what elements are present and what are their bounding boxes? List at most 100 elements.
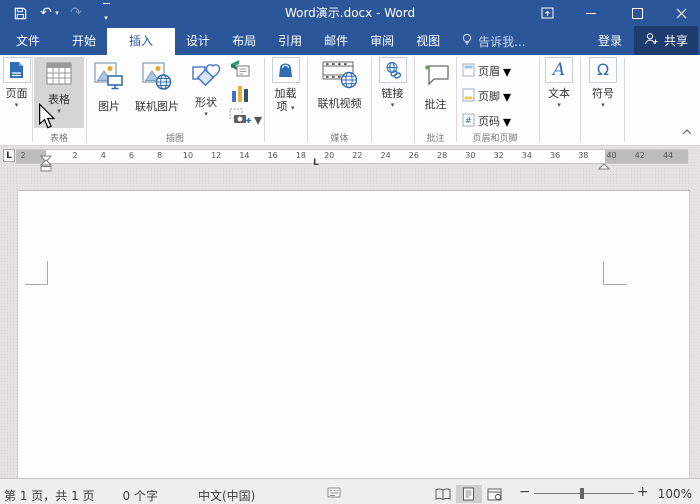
shapes-button[interactable]: 形状 ▾: [186, 57, 226, 118]
chevron-down-icon: ▾: [391, 101, 395, 109]
word-count[interactable]: 0 个字: [123, 487, 158, 504]
online-picture-icon: [141, 61, 173, 95]
pages-label: 页面: [6, 87, 28, 100]
zoom-level[interactable]: 100%: [658, 487, 692, 501]
group-divider: [371, 57, 372, 142]
text-button[interactable]: A 文本 ▾: [542, 57, 576, 109]
page-number-button[interactable]: # 页码 ▾: [462, 109, 511, 133]
maximize-icon[interactable]: [620, 0, 654, 26]
hanging-indent-marker[interactable]: [40, 157, 52, 176]
margin-corner-mark: [47, 261, 48, 285]
zoom-out-button[interactable]: −: [516, 484, 534, 500]
ruler-margin-number: 2: [20, 151, 25, 160]
redo-icon[interactable]: ↷: [66, 3, 86, 23]
pictures-button[interactable]: 图片: [89, 57, 129, 113]
footer-button[interactable]: 页脚 ▾: [462, 84, 511, 108]
right-indent-marker[interactable]: [598, 156, 610, 175]
addins-label-line1: 加载: [275, 87, 297, 100]
undo-dropdown-icon[interactable]: ▾: [52, 3, 62, 23]
tab-file[interactable]: 文件: [5, 28, 51, 55]
online-pictures-button[interactable]: 联机图片: [131, 57, 183, 113]
shapes-label: 形状: [195, 96, 217, 109]
chevron-down-icon: ▾: [254, 110, 262, 129]
ruler-right-margin: [605, 150, 688, 163]
header-button[interactable]: 页眉 ▾: [462, 59, 511, 83]
tab-layout[interactable]: 布局: [221, 28, 267, 55]
tab-selector[interactable]: L: [3, 149, 15, 162]
comments-group-label: 批注: [417, 131, 454, 144]
read-mode-button[interactable]: [430, 485, 456, 503]
chart-icon[interactable]: [231, 83, 249, 107]
text-label: 文本: [548, 87, 570, 100]
text-a-icon: A: [545, 57, 573, 83]
ruler-number: 32: [494, 151, 504, 160]
tab-stop-marker[interactable]: L: [313, 158, 319, 168]
ruler-number: 36: [550, 151, 560, 160]
online-pictures-label: 联机图片: [135, 100, 179, 113]
comment-button[interactable]: 批注: [417, 57, 454, 111]
ruler-number: 42: [635, 151, 645, 160]
group-divider: [307, 57, 308, 142]
sign-in-button[interactable]: 登录: [586, 32, 634, 49]
ruler-number: 8: [157, 151, 162, 160]
tab-references[interactable]: 引用: [267, 28, 313, 55]
ruler-number: 28: [437, 151, 447, 160]
media-group-label: 媒体: [311, 131, 368, 144]
ruler-number: 12: [211, 151, 221, 160]
group-divider: [264, 57, 265, 142]
screenshot-button[interactable]: ▾: [229, 108, 262, 130]
tab-home[interactable]: 开始: [61, 28, 107, 55]
group-divider: [580, 57, 581, 142]
ruler-number: 38: [578, 151, 588, 160]
chevron-down-icon: ▾: [557, 101, 561, 109]
ruler-number: 34: [522, 151, 532, 160]
language-status[interactable]: 中文(中国): [198, 487, 255, 504]
store-icon: [272, 57, 300, 83]
document-page[interactable]: [17, 190, 690, 478]
shapes-icon: [190, 61, 222, 92]
tab-design[interactable]: 设计: [175, 28, 221, 55]
page-info[interactable]: 第 1 页，共 1 页: [4, 487, 95, 504]
blank-page-icon: [3, 57, 31, 83]
close-icon[interactable]: [664, 0, 698, 26]
pages-button[interactable]: 页面 ▾: [2, 57, 31, 109]
qat-customize-icon[interactable]: ▾: [96, 3, 116, 23]
ruler-number: 16: [268, 151, 278, 160]
tab-view[interactable]: 视图: [405, 28, 451, 55]
online-video-button[interactable]: 联机视频: [311, 57, 368, 110]
header-footer-group-label: 页眉和页脚: [452, 131, 538, 144]
ruler-number: 44: [663, 151, 673, 160]
zoom-slider-thumb[interactable]: [580, 488, 584, 499]
tell-me-box[interactable]: 告诉我...: [461, 28, 525, 55]
ribbon-tab-row: 文件 开始 插入 设计 布局 引用 邮件 审阅 视图 告诉我... 登录 共享: [0, 26, 700, 55]
picture-icon: [93, 61, 125, 95]
web-layout-button[interactable]: [482, 485, 508, 503]
minimize-icon[interactable]: [574, 0, 608, 26]
link-icon: [379, 57, 407, 83]
addins-label-line2: 项 ▾: [276, 100, 294, 113]
ruler-number: 6: [129, 151, 134, 160]
tab-review[interactable]: 审阅: [359, 28, 405, 55]
chevron-down-icon: ▾: [503, 87, 511, 106]
ruler-number: 10: [183, 151, 193, 160]
zoom-slider[interactable]: [534, 493, 634, 494]
collapse-ribbon-icon[interactable]: [682, 120, 692, 139]
share-button[interactable]: 共享: [634, 26, 698, 55]
tell-me-label: 告诉我...: [478, 33, 525, 50]
symbols-button[interactable]: Ω 符号 ▾: [585, 57, 621, 109]
margin-corner-mark: [603, 284, 627, 285]
print-layout-button[interactable]: [456, 485, 482, 503]
save-icon[interactable]: [10, 3, 30, 23]
tab-mailings[interactable]: 邮件: [313, 28, 359, 55]
links-button[interactable]: 链接 ▾: [374, 57, 411, 109]
addins-button[interactable]: 加载 项 ▾: [267, 57, 304, 113]
chevron-down-icon: ▾: [601, 101, 605, 109]
ribbon-display-options-icon[interactable]: [530, 0, 564, 26]
screenshot-icon: [229, 108, 251, 130]
group-divider: [456, 57, 457, 142]
group-divider: [414, 57, 415, 142]
tab-insert[interactable]: 插入: [107, 28, 175, 55]
header-label: 页眉: [478, 63, 500, 79]
smartart-icon[interactable]: [230, 59, 250, 81]
zoom-in-button[interactable]: +: [634, 484, 652, 500]
